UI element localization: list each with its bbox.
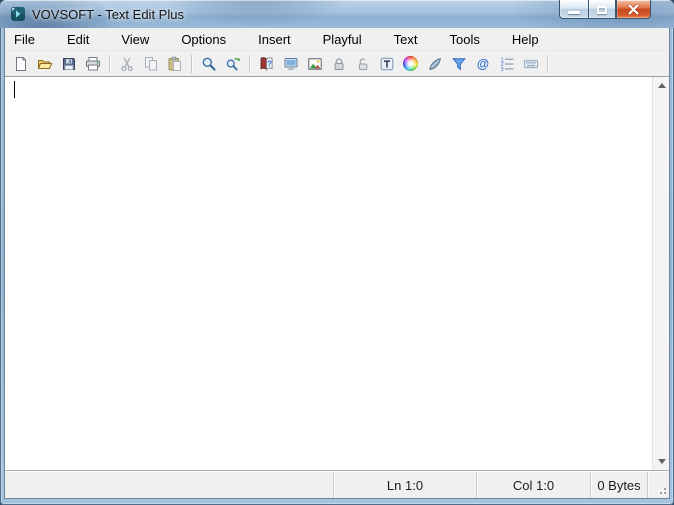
status-size: 0 Bytes bbox=[590, 472, 647, 498]
svg-text:?: ? bbox=[266, 59, 271, 68]
status-bar: Ln 1:0 Col 1:0 0 Bytes bbox=[5, 471, 669, 498]
virtual-keyboard-button[interactable] bbox=[519, 53, 542, 75]
clipboard-paste-icon bbox=[167, 56, 183, 72]
text-editor[interactable] bbox=[5, 76, 669, 471]
email-at-icon: @ bbox=[475, 56, 491, 72]
search-button[interactable] bbox=[197, 53, 220, 75]
email-button[interactable]: @ bbox=[471, 53, 494, 75]
filter-button[interactable] bbox=[447, 53, 470, 75]
menu-edit[interactable]: Edit bbox=[61, 29, 95, 50]
new-button[interactable] bbox=[9, 53, 32, 75]
vertical-scrollbar[interactable] bbox=[652, 77, 669, 470]
encrypt-button[interactable] bbox=[327, 53, 350, 75]
monitor-icon bbox=[283, 56, 299, 72]
save-button[interactable] bbox=[57, 53, 80, 75]
new-document-icon bbox=[13, 56, 29, 72]
filter-funnel-icon bbox=[451, 56, 467, 72]
replace-button[interactable] bbox=[221, 53, 244, 75]
font-button[interactable] bbox=[375, 53, 398, 75]
svg-text:@: @ bbox=[476, 57, 488, 71]
spell-check-button[interactable]: ? bbox=[255, 53, 278, 75]
color-button[interactable] bbox=[399, 53, 422, 75]
status-line: Ln 1:0 bbox=[333, 472, 476, 498]
toolbar: ? bbox=[5, 50, 669, 76]
decrypt-button[interactable] bbox=[351, 53, 374, 75]
keyboard-icon bbox=[523, 56, 539, 72]
app-window: VOVSOFT - Text Edit Plus File Edit View … bbox=[0, 0, 674, 505]
minimize-icon bbox=[568, 11, 580, 14]
menu-insert[interactable]: Insert bbox=[252, 29, 297, 50]
toolbar-separator bbox=[249, 55, 251, 73]
menu-text[interactable]: Text bbox=[388, 29, 424, 50]
cut-button[interactable] bbox=[115, 53, 138, 75]
menu-view[interactable]: View bbox=[115, 29, 155, 50]
close-icon bbox=[627, 4, 640, 15]
full-screen-button[interactable] bbox=[279, 53, 302, 75]
open-button[interactable] bbox=[33, 53, 56, 75]
menu-bar: File Edit View Options Insert Playful Te… bbox=[5, 28, 669, 50]
text-edit-plus-icon[interactable] bbox=[10, 6, 26, 22]
status-spacer bbox=[5, 472, 333, 498]
paste-button[interactable] bbox=[163, 53, 186, 75]
menu-playful[interactable]: Playful bbox=[317, 29, 368, 50]
copy-button[interactable] bbox=[139, 53, 162, 75]
maximize-button[interactable] bbox=[588, 0, 616, 19]
quill-button[interactable] bbox=[423, 53, 446, 75]
close-button[interactable] bbox=[616, 0, 651, 19]
picture-icon bbox=[307, 56, 323, 72]
menu-options[interactable]: Options bbox=[175, 29, 232, 50]
font-t-icon bbox=[379, 56, 395, 72]
magnifier-icon bbox=[201, 56, 217, 72]
status-column: Col 1:0 bbox=[476, 472, 590, 498]
printer-icon bbox=[85, 56, 101, 72]
window-title: VOVSOFT - Text Edit Plus bbox=[32, 7, 184, 22]
window-body: File Edit View Options Insert Playful Te… bbox=[5, 28, 669, 498]
toolbar-separator bbox=[191, 55, 193, 73]
book-question-icon: ? bbox=[259, 56, 275, 72]
resize-grip-icon bbox=[657, 485, 666, 494]
minimize-button[interactable] bbox=[559, 0, 588, 19]
text-caret bbox=[14, 81, 15, 98]
color-wheel-icon bbox=[403, 56, 418, 71]
toolbar-separator bbox=[109, 55, 111, 73]
resize-grip[interactable] bbox=[647, 472, 669, 498]
numbered-list-button[interactable]: 1 2 3 bbox=[495, 53, 518, 75]
scroll-down-icon bbox=[658, 459, 666, 464]
scroll-down-button[interactable] bbox=[653, 453, 670, 470]
scroll-up-icon bbox=[658, 83, 666, 88]
window-controls bbox=[559, 0, 651, 19]
menu-help[interactable]: Help bbox=[506, 29, 545, 50]
numbered-list-icon: 1 2 3 bbox=[499, 56, 515, 72]
lock-open-icon bbox=[355, 56, 371, 72]
menu-file[interactable]: File bbox=[8, 29, 41, 50]
print-button[interactable] bbox=[81, 53, 104, 75]
copy-pages-icon bbox=[143, 56, 159, 72]
quill-icon bbox=[427, 56, 443, 72]
magnifier-refresh-icon bbox=[225, 56, 241, 72]
maximize-icon bbox=[597, 6, 607, 14]
svg-text:3: 3 bbox=[500, 67, 503, 72]
menu-tools[interactable]: Tools bbox=[444, 29, 486, 50]
insert-image-button[interactable] bbox=[303, 53, 326, 75]
toolbar-separator bbox=[547, 55, 549, 73]
scroll-up-button[interactable] bbox=[653, 77, 670, 94]
save-floppy-icon bbox=[61, 56, 77, 72]
lock-closed-icon bbox=[331, 56, 347, 72]
title-bar[interactable]: VOVSOFT - Text Edit Plus bbox=[0, 0, 674, 28]
scissors-icon bbox=[119, 56, 135, 72]
open-folder-icon bbox=[37, 56, 53, 72]
